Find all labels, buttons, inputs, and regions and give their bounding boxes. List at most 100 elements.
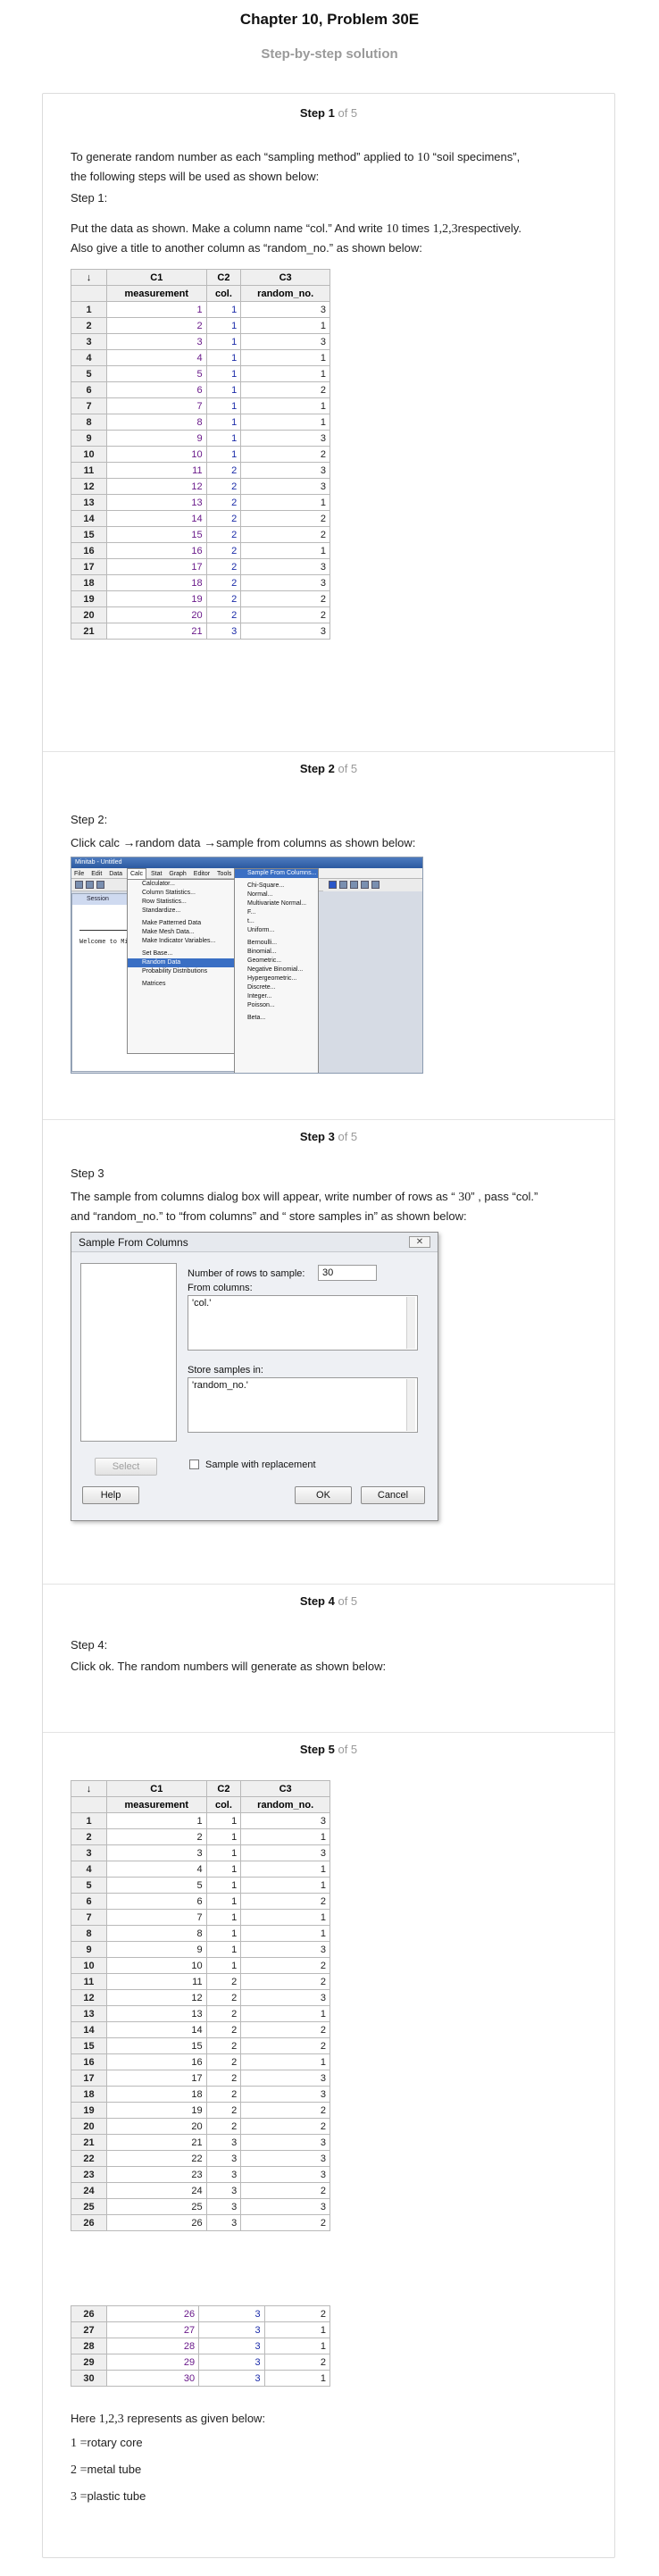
cell-random-no[interactable]: 1 bbox=[240, 1861, 330, 1878]
menu-item[interactable]: Normal... bbox=[235, 891, 318, 899]
cancel-button[interactable]: Cancel bbox=[361, 1486, 425, 1504]
cell-measurement[interactable]: 6 bbox=[106, 381, 207, 398]
cell-random-no[interactable]: 2 bbox=[240, 590, 330, 607]
variables-listbox[interactable] bbox=[80, 1263, 177, 1442]
cell-random-no[interactable]: 3 bbox=[240, 2134, 330, 2151]
cell-random-no[interactable]: 3 bbox=[240, 2166, 330, 2183]
cell-random-no[interactable]: 2 bbox=[240, 2182, 330, 2199]
cell-random-no[interactable]: 3 bbox=[240, 2070, 330, 2087]
cell-col[interactable]: 2 bbox=[205, 478, 242, 495]
column-name-random-no[interactable]: random_no. bbox=[240, 1796, 330, 1813]
row-number[interactable]: 2 bbox=[71, 317, 107, 334]
menu-item[interactable]: F... bbox=[235, 908, 318, 917]
menu-item[interactable]: Beta... bbox=[235, 1014, 318, 1023]
cell-measurement[interactable]: 26 bbox=[106, 2214, 207, 2231]
row-number[interactable]: 9 bbox=[71, 430, 107, 447]
select-button[interactable]: Select bbox=[95, 1458, 157, 1476]
cell-random-no[interactable]: 2 bbox=[240, 2021, 330, 2038]
cell-col[interactable]: 2 bbox=[205, 590, 242, 607]
toolbar-icon[interactable] bbox=[350, 881, 358, 889]
menu-item[interactable]: Probability Distributions bbox=[128, 967, 238, 976]
menu-item[interactable]: Negative Binomial... bbox=[235, 966, 318, 974]
row-number[interactable]: 4 bbox=[71, 349, 107, 366]
row-number[interactable]: 6 bbox=[71, 381, 107, 398]
menu-item[interactable]: Standardize... bbox=[128, 907, 238, 916]
cell-col[interactable]: 2 bbox=[205, 2021, 242, 2038]
cell-measurement[interactable]: 17 bbox=[106, 2070, 207, 2087]
row-number[interactable]: 30 bbox=[71, 2370, 107, 2387]
cell-random-no[interactable]: 2 bbox=[240, 510, 330, 527]
row-number[interactable]: 18 bbox=[71, 574, 107, 591]
row-number[interactable]: 10 bbox=[71, 446, 107, 463]
row-number[interactable]: 23 bbox=[71, 2166, 107, 2183]
cell-random-no[interactable]: 3 bbox=[240, 1989, 330, 2006]
row-number[interactable]: 19 bbox=[71, 2102, 107, 2119]
toolbar-icon[interactable] bbox=[329, 881, 337, 889]
cell-random-no[interactable]: 1 bbox=[240, 494, 330, 511]
column-header-c2[interactable]: C2 bbox=[205, 1780, 242, 1797]
cell-random-no[interactable]: 1 bbox=[240, 317, 330, 334]
column-name-measurement[interactable]: measurement bbox=[106, 285, 207, 302]
row-number[interactable]: 13 bbox=[71, 2005, 107, 2022]
cell-measurement[interactable]: 2 bbox=[106, 317, 207, 334]
cell-random-no[interactable]: 1 bbox=[240, 349, 330, 366]
cell-measurement[interactable]: 13 bbox=[106, 494, 207, 511]
cell-measurement[interactable]: 4 bbox=[106, 1861, 207, 1878]
close-icon[interactable]: ✕ bbox=[409, 1236, 430, 1248]
cell-col[interactable]: 2 bbox=[205, 558, 242, 575]
cell-col[interactable]: 2 bbox=[205, 462, 242, 479]
row-number[interactable]: 11 bbox=[71, 1973, 107, 1990]
cell-measurement[interactable]: 19 bbox=[106, 590, 207, 607]
cell-col[interactable]: 3 bbox=[198, 2370, 265, 2387]
cell-col[interactable]: 2 bbox=[205, 542, 242, 559]
cell-measurement[interactable]: 23 bbox=[106, 2166, 207, 2183]
cell-random-no[interactable]: 2 bbox=[263, 2305, 331, 2322]
cell-col[interactable]: 2 bbox=[205, 2053, 242, 2070]
cell-measurement[interactable]: 7 bbox=[106, 1909, 207, 1926]
cell-col[interactable]: 1 bbox=[205, 1828, 242, 1845]
row-number[interactable]: 12 bbox=[71, 1989, 107, 2006]
menu-item[interactable]: Poisson... bbox=[235, 1001, 318, 1010]
cell-random-no[interactable]: 2 bbox=[240, 2037, 330, 2054]
cell-random-no[interactable]: 3 bbox=[240, 1941, 330, 1958]
cell-col[interactable]: 1 bbox=[205, 365, 242, 382]
cell-measurement[interactable]: 3 bbox=[106, 333, 207, 350]
cell-col[interactable]: 2 bbox=[205, 2102, 242, 2119]
menu-item[interactable]: Binomial... bbox=[235, 948, 318, 957]
menu-item[interactable]: Matrices bbox=[128, 980, 238, 989]
print-icon[interactable] bbox=[96, 881, 104, 889]
column-header-c2[interactable]: C2 bbox=[205, 269, 242, 286]
menu-item[interactable]: Make Patterned Data bbox=[128, 919, 238, 928]
row-number[interactable]: 18 bbox=[71, 2086, 107, 2103]
cell-col[interactable]: 3 bbox=[205, 2134, 242, 2151]
cell-measurement[interactable]: 12 bbox=[106, 478, 207, 495]
cell-measurement[interactable]: 20 bbox=[106, 606, 207, 623]
cell-random-no[interactable]: 1 bbox=[240, 1828, 330, 1845]
menu-item[interactable]: Set Base... bbox=[128, 949, 238, 958]
cell-col[interactable]: 3 bbox=[198, 2305, 265, 2322]
row-number[interactable]: 3 bbox=[71, 333, 107, 350]
ok-button[interactable]: OK bbox=[295, 1486, 352, 1504]
menu-item[interactable]: Discrete... bbox=[235, 983, 318, 992]
cell-col[interactable]: 1 bbox=[205, 446, 242, 463]
cell-measurement[interactable]: 19 bbox=[106, 2102, 207, 2119]
menu-item[interactable]: Multivariate Normal... bbox=[235, 899, 318, 908]
cell-measurement[interactable]: 15 bbox=[106, 526, 207, 543]
toolbar-icon[interactable] bbox=[361, 881, 369, 889]
cell-col[interactable]: 3 bbox=[198, 2321, 265, 2338]
cell-col[interactable]: 2 bbox=[205, 2086, 242, 2103]
row-number[interactable]: 26 bbox=[71, 2214, 107, 2231]
cell-col[interactable]: 3 bbox=[205, 623, 242, 640]
cell-col[interactable]: 2 bbox=[205, 494, 242, 511]
cell-measurement[interactable]: 26 bbox=[105, 2305, 200, 2322]
row-number[interactable]: 14 bbox=[71, 510, 107, 527]
cell-random-no[interactable]: 3 bbox=[240, 462, 330, 479]
row-number[interactable]: 26 bbox=[71, 2305, 107, 2322]
cell-measurement[interactable]: 13 bbox=[106, 2005, 207, 2022]
cell-col[interactable]: 1 bbox=[205, 317, 242, 334]
cell-col[interactable]: 3 bbox=[205, 2182, 242, 2199]
cell-measurement[interactable]: 11 bbox=[106, 462, 207, 479]
cell-random-no[interactable]: 2 bbox=[240, 2102, 330, 2119]
rows-to-sample-input[interactable]: 30 bbox=[318, 1265, 377, 1281]
cell-measurement[interactable]: 1 bbox=[106, 301, 207, 318]
